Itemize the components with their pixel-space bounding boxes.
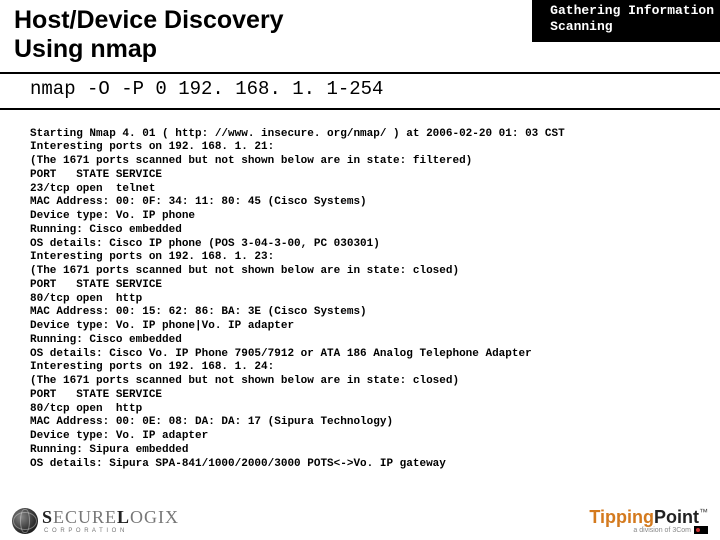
brand-left-corp: C O R P O R A T I O N [44,528,179,534]
brand-left-text: SECURELOGIX [42,507,179,527]
nmap-output: Starting Nmap 4. 01 ( http: //www. insec… [0,110,720,476]
tag-line1: Gathering Information [550,3,714,19]
footer: SECURELOGIX C O R P O R A T I O N Tippin… [0,507,720,534]
command-line: nmap -O -P 0 192. 168. 1. 1-254 [0,74,720,104]
tag-line2: Scanning [550,19,714,35]
logo-tippingpoint: TippingPoint™ a division of 3Com [589,507,708,534]
section-tag: Gathering Information Scanning [532,0,720,42]
globe-icon [12,508,38,534]
brand-right-text: TippingPoint™ [589,507,708,528]
3com-icon [694,526,708,534]
logo-securelogix: SECURELOGIX C O R P O R A T I O N [12,507,179,534]
